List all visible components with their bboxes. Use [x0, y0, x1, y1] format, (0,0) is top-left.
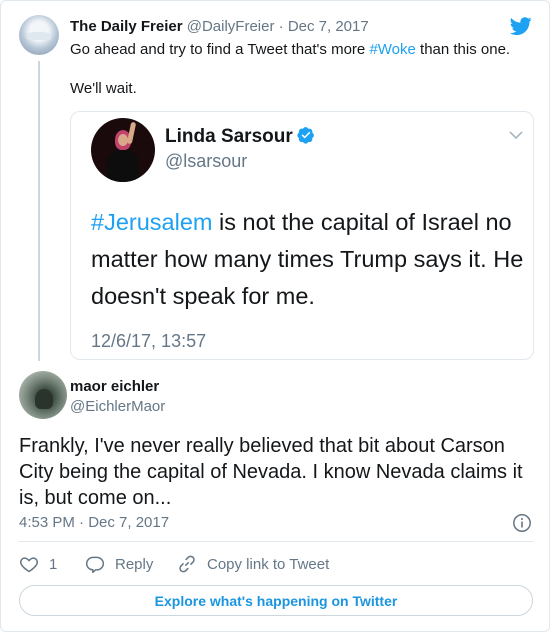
parent-display-name[interactable]: The Daily Freier — [70, 18, 183, 35]
hashtag-jerusalem[interactable]: #Jerusalem — [91, 209, 212, 235]
quoted-handle[interactable]: @lsarsour — [165, 150, 247, 172]
reply-handle[interactable]: @EichlerMaor — [70, 398, 165, 416]
parent-text-before: Go ahead and try to find a Tweet that's … — [70, 41, 370, 58]
tweet-embed-card: The Daily Freier @DailyFreier · Dec 7, 2… — [0, 0, 550, 632]
reply-timestamp[interactable]: 4:53 PM · Dec 7, 2017 — [19, 514, 169, 532]
parent-avatar[interactable] — [19, 15, 59, 55]
parent-separator: · — [278, 18, 284, 35]
reply-display-name[interactable]: maor eichler — [70, 378, 159, 396]
thread-line — [38, 61, 40, 361]
copy-link-label: Copy link to Tweet — [207, 555, 330, 573]
parent-text-after: than this one. — [415, 41, 511, 58]
reply-button[interactable]: Reply — [85, 553, 153, 575]
twitter-bird-icon[interactable] — [509, 15, 533, 37]
reply-label: Reply — [115, 555, 154, 573]
quoted-avatar[interactable] — [91, 118, 155, 182]
parent-header: The Daily Freier @DailyFreier · Dec 7, 2… — [70, 18, 369, 36]
like-count: 1 — [49, 555, 58, 573]
parent-tweet-text-line2: We'll wait. — [70, 80, 137, 97]
reply-avatar[interactable] — [19, 371, 67, 419]
like-button[interactable]: 1 — [19, 553, 57, 575]
explore-button[interactable]: Explore what's happening on Twitter — [19, 585, 533, 616]
quoted-name-text: Linda Sarsour — [165, 126, 293, 147]
hashtag-woke[interactable]: #Woke — [369, 41, 415, 58]
verified-badge-icon — [297, 127, 314, 144]
quoted-tweet[interactable]: Linda Sarsour @lsarsour #Jerusalem is no… — [70, 111, 534, 360]
chevron-down-icon[interactable] — [509, 130, 523, 140]
heart-icon — [20, 557, 38, 573]
parent-tweet-text: Go ahead and try to find a Tweet that's … — [70, 41, 535, 59]
link-icon — [179, 555, 195, 573]
divider — [19, 541, 533, 542]
copy-link-button[interactable]: Copy link to Tweet — [177, 553, 329, 575]
info-icon[interactable] — [512, 513, 532, 533]
quoted-tweet-text: #Jerusalem is not the capital of Israel … — [91, 204, 531, 315]
quoted-display-name[interactable]: Linda Sarsour — [165, 126, 315, 148]
parent-handle[interactable]: @DailyFreier — [187, 18, 275, 35]
reply-tweet-text: Frankly, I've never really believed that… — [19, 435, 523, 509]
reply-bubble-icon — [85, 556, 105, 574]
quoted-date[interactable]: 12/6/17, 13:57 — [91, 330, 206, 352]
parent-date[interactable]: Dec 7, 2017 — [288, 18, 369, 35]
